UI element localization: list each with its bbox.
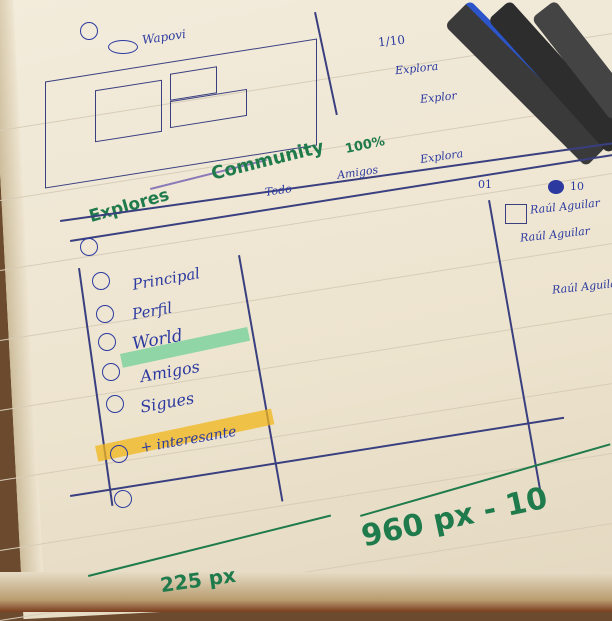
logo-icon[interactable] [80, 238, 98, 256]
world-counter[interactable]: 10 [570, 180, 584, 193]
avatar [505, 204, 527, 224]
settings-icon [114, 490, 132, 508]
friends-icon [102, 363, 120, 381]
globe-icon[interactable] [548, 180, 564, 194]
status-counter: 1/10 [377, 32, 406, 50]
page-edge [0, 0, 44, 592]
logo-icon [108, 40, 138, 54]
notification-counter[interactable]: 01 [478, 178, 492, 191]
star-icon [110, 445, 128, 463]
globe-icon [98, 333, 116, 351]
following-icon [106, 395, 124, 413]
page-stack-edge [0, 572, 612, 612]
gear-icon [80, 22, 98, 40]
home-icon [92, 272, 110, 290]
user-icon [96, 305, 114, 323]
mini-card-sketch [95, 79, 162, 143]
